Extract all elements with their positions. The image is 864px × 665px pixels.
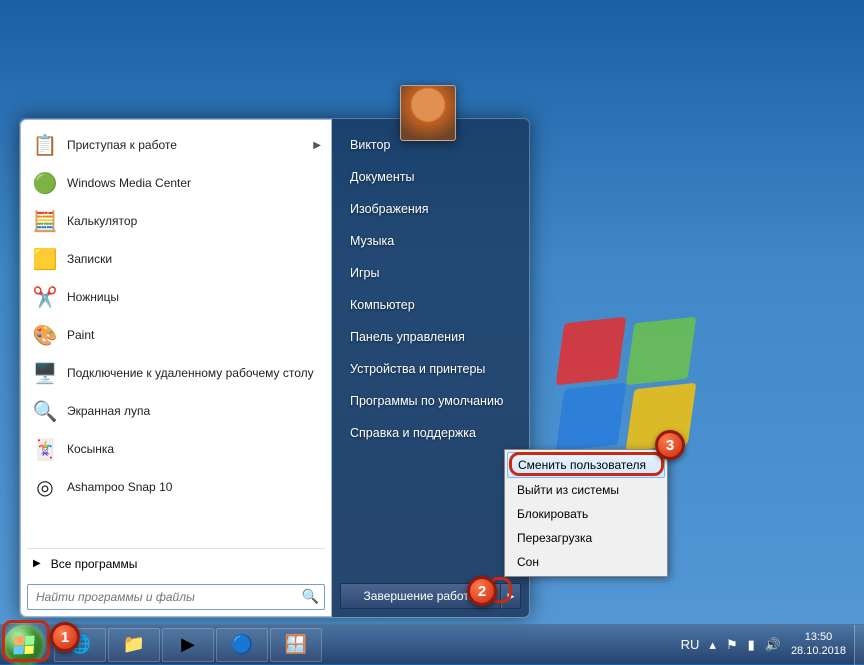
right-pane-item[interactable]: Справка и поддержка bbox=[340, 417, 521, 449]
file-explorer-icon: 📁 bbox=[123, 634, 145, 655]
shutdown-submenu: Сменить пользователяВыйти из системыБлок… bbox=[504, 449, 668, 577]
program-item[interactable]: 🖥️ Подключение к удаленному рабочему стол… bbox=[27, 354, 325, 392]
magnifier-icon: 🔍 bbox=[31, 397, 59, 425]
clock-date: 28.10.2018 bbox=[791, 645, 846, 658]
right-pane-item[interactable]: Изображения bbox=[340, 193, 521, 225]
start-menu-left-pane: 📋 Приступая к работе ▶ 🟢 Windows Media Cente… bbox=[20, 119, 332, 617]
right-pane-item[interactable]: Панель управления bbox=[340, 321, 521, 353]
snap-icon: ◎ bbox=[31, 473, 59, 501]
solitaire-icon: 🃏 bbox=[31, 435, 59, 463]
triangle-right-icon: ▶ bbox=[33, 558, 41, 569]
all-programs-button[interactable]: ▶ Все программы bbox=[27, 548, 325, 578]
annotation-callout-3: 3 bbox=[655, 430, 685, 460]
program-item[interactable]: 🟨 Записки bbox=[27, 240, 325, 278]
remote-desktop-icon: 🖥️ bbox=[31, 359, 59, 387]
taskbar-pinned-app[interactable]: 🔵 bbox=[216, 628, 268, 662]
start-menu: 📋 Приступая к работе ▶ 🟢 Windows Media Cente… bbox=[19, 118, 530, 618]
chrome-icon: 🔵 bbox=[231, 634, 253, 655]
paint-icon: 🎨 bbox=[31, 321, 59, 349]
window-switcher-icon: 🪟 bbox=[285, 634, 307, 655]
wallpaper-windows-logo bbox=[560, 320, 720, 420]
right-pane-item[interactable]: Программы по умолчанию bbox=[340, 385, 521, 417]
program-label: Paint bbox=[67, 328, 321, 342]
program-item[interactable]: 🟢 Windows Media Center bbox=[27, 164, 325, 202]
program-list: 📋 Приступая к работе ▶ 🟢 Windows Media Cente… bbox=[27, 126, 325, 546]
program-item[interactable]: 🃏 Косынка bbox=[27, 430, 325, 468]
submenu-item[interactable]: Сон bbox=[507, 550, 665, 574]
submenu-item[interactable]: Сменить пользователя bbox=[507, 452, 665, 478]
windows-logo-icon bbox=[13, 635, 34, 654]
program-label: Калькулятор bbox=[67, 214, 321, 228]
program-item[interactable]: 📋 Приступая к работе ▶ bbox=[27, 126, 325, 164]
program-item[interactable]: ◎ Ashampoo Snap 10 bbox=[27, 468, 325, 506]
start-button[interactable] bbox=[4, 625, 44, 665]
program-label: Подключение к удаленному рабочему столу bbox=[67, 366, 321, 380]
show-desktop-button[interactable] bbox=[854, 625, 864, 665]
program-label: Ashampoo Snap 10 bbox=[67, 480, 321, 494]
submenu-item[interactable]: Блокировать bbox=[507, 502, 665, 526]
search-icon: 🔍 bbox=[302, 588, 319, 605]
media-center-icon: 🟢 bbox=[31, 169, 59, 197]
lang-indicator[interactable]: RU bbox=[681, 637, 700, 652]
right-pane-item[interactable]: Документы bbox=[340, 161, 521, 193]
search-input[interactable] bbox=[27, 584, 325, 610]
snipping-tool-icon: ✂️ bbox=[31, 283, 59, 311]
system-tray: RU ▴ ⚑ ▮ 🔊 13:50 28.10.2018 bbox=[681, 631, 854, 657]
submenu-item[interactable]: Выйти из системы bbox=[507, 478, 665, 502]
search-box: 🔍 bbox=[27, 584, 325, 610]
taskbar-pinned-app[interactable]: 🪟 bbox=[270, 628, 322, 662]
clock[interactable]: 13:50 28.10.2018 bbox=[791, 631, 846, 657]
submenu-item[interactable]: Перезагрузка bbox=[507, 526, 665, 550]
program-label: Экранная лупа bbox=[67, 404, 321, 418]
program-item[interactable]: 🧮 Калькулятор bbox=[27, 202, 325, 240]
program-label: Косынка bbox=[67, 442, 321, 456]
media-player-icon: ▶ bbox=[181, 634, 195, 655]
calculator-icon: 🧮 bbox=[31, 207, 59, 235]
annotation-callout-2: 2 bbox=[467, 576, 497, 606]
user-picture[interactable] bbox=[400, 85, 456, 141]
program-label: Записки bbox=[67, 252, 321, 266]
volume-icon[interactable]: 🔊 bbox=[765, 637, 781, 653]
network-icon[interactable]: ▮ bbox=[748, 637, 755, 653]
all-programs-label: Все программы bbox=[51, 557, 138, 571]
shutdown-label: Завершение работы bbox=[364, 589, 478, 603]
right-pane-item[interactable]: Компьютер bbox=[340, 289, 521, 321]
program-label: Windows Media Center bbox=[67, 176, 321, 190]
chevron-right-icon: ▶ bbox=[313, 140, 321, 151]
right-pane-item[interactable]: Игры bbox=[340, 257, 521, 289]
taskbar: 🌐📁▶🔵🪟 RU ▴ ⚑ ▮ 🔊 13:50 28.10.2018 bbox=[0, 624, 864, 664]
start-menu-right-pane: ВикторДокументыИзображенияМузыкаИгрыКомп… bbox=[332, 119, 529, 617]
action-center-icon[interactable]: ⚑ bbox=[726, 637, 738, 653]
program-item[interactable]: 🔍 Экранная лупа bbox=[27, 392, 325, 430]
annotation-callout-1: 1 bbox=[50, 622, 80, 652]
right-pane-item[interactable]: Устройства и принтеры bbox=[340, 353, 521, 385]
program-label: Приступая к работе bbox=[67, 138, 305, 152]
shutdown-arrow-button[interactable]: ▶ bbox=[501, 583, 521, 609]
program-item[interactable]: 🎨 Paint bbox=[27, 316, 325, 354]
taskbar-pinned-app[interactable]: ▶ bbox=[162, 628, 214, 662]
program-label: Ножницы bbox=[67, 290, 321, 304]
program-item[interactable]: ✂️ Ножницы bbox=[27, 278, 325, 316]
right-pane-item[interactable]: Музыка bbox=[340, 225, 521, 257]
triangle-right-icon: ▶ bbox=[508, 591, 515, 602]
tray-chevron-icon[interactable]: ▴ bbox=[709, 637, 716, 653]
getting-started-icon: 📋 bbox=[31, 131, 59, 159]
clock-time: 13:50 bbox=[791, 631, 846, 644]
taskbar-pinned-app[interactable]: 📁 bbox=[108, 628, 160, 662]
sticky-notes-icon: 🟨 bbox=[31, 245, 59, 273]
